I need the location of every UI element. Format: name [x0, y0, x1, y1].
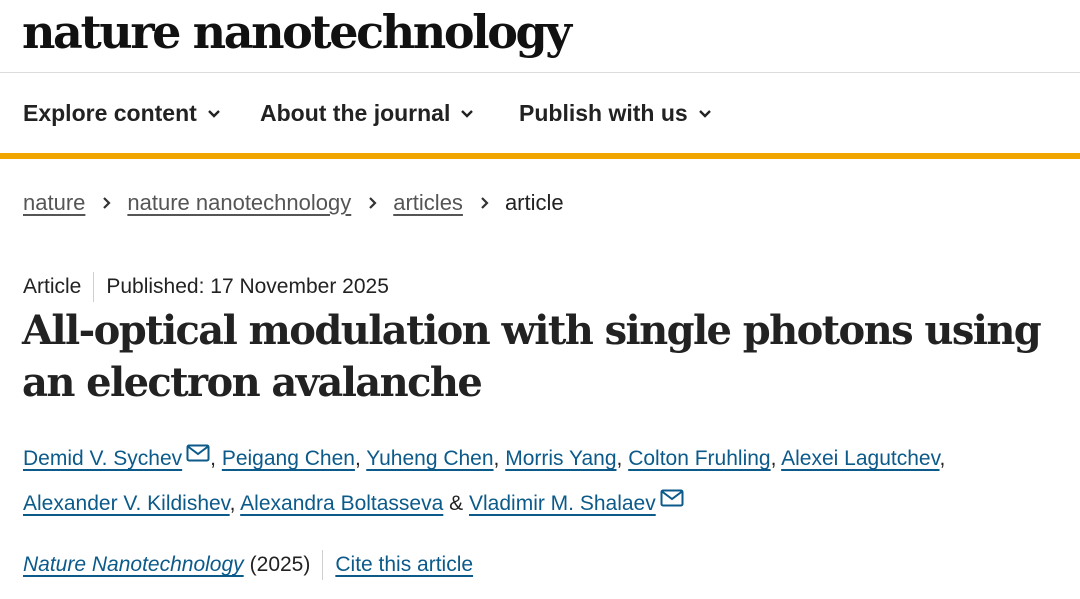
chevron-down-icon	[698, 109, 711, 118]
separator: ,	[493, 447, 500, 470]
separator: ,	[354, 447, 361, 470]
nav-explore-content[interactable]: Explore content	[23, 100, 221, 127]
author-list: Demid V. Sychev, Peigang Chen, Yuheng Ch…	[23, 436, 1063, 526]
chevron-down-icon	[207, 109, 220, 118]
author-link[interactable]: Alexei Lagutchev	[781, 447, 939, 470]
mail-icon[interactable]	[186, 444, 210, 462]
ampersand: &	[449, 492, 464, 515]
divider	[93, 272, 95, 302]
separator: ,	[616, 447, 623, 470]
separator: ,	[939, 447, 946, 470]
author-link[interactable]: Morris Yang	[505, 447, 616, 470]
cite-article-link[interactable]: Cite this article	[335, 553, 473, 577]
author-link[interactable]: Alexander V. Kildishev	[23, 492, 230, 515]
article-type: Article	[23, 275, 82, 298]
breadcrumb-nature[interactable]: nature	[23, 190, 85, 216]
chevron-right-icon	[481, 197, 489, 209]
chevron-right-icon	[103, 197, 111, 209]
author-link[interactable]: Yuheng Chen	[366, 447, 493, 470]
separator: ,	[229, 492, 236, 515]
nav-label: About the journal	[260, 100, 451, 126]
article-title: All-optical modulation with single photo…	[22, 307, 1042, 406]
divider	[322, 550, 324, 580]
mail-icon[interactable]	[660, 489, 684, 507]
author-link[interactable]: Alexandra Boltasseva	[240, 492, 443, 515]
citation-line: Nature Nanotechnology (2025) Cite this a…	[23, 550, 473, 580]
publication-date: Published: 17 November 2025	[106, 275, 389, 298]
author-link[interactable]: Colton Fruhling	[628, 447, 770, 470]
author-link[interactable]: Demid V. Sychev	[23, 447, 182, 470]
separator: ,	[210, 447, 216, 470]
breadcrumb: nature nature nanotechnology articles ar…	[23, 190, 564, 216]
nav-label: Explore content	[23, 100, 197, 126]
author-link[interactable]: Peigang Chen	[222, 447, 355, 470]
breadcrumb-journal[interactable]: nature nanotechnology	[127, 190, 351, 216]
breadcrumb-current: article	[504, 190, 564, 215]
site-header: nature nanotechnology	[0, 0, 1080, 73]
nav-about-journal[interactable]: About the journal	[260, 100, 474, 127]
journal-logo[interactable]: nature nanotechnology	[22, 0, 572, 64]
chevron-right-icon	[369, 197, 377, 209]
publication-year: (2025)	[249, 553, 311, 576]
article-meta: Article Published: 17 November 2025	[23, 272, 389, 302]
author-link[interactable]: Vladimir M. Shalaev	[469, 492, 656, 515]
nav-publish-with-us[interactable]: Publish with us	[519, 100, 712, 127]
chevron-down-icon	[461, 109, 474, 118]
separator: ,	[770, 447, 777, 470]
breadcrumb-articles[interactable]: articles	[393, 190, 463, 216]
nav-label: Publish with us	[519, 100, 688, 126]
journal-link[interactable]: Nature Nanotechnology	[23, 553, 244, 577]
main-nav: Explore content About the journal Publis…	[0, 73, 1080, 159]
